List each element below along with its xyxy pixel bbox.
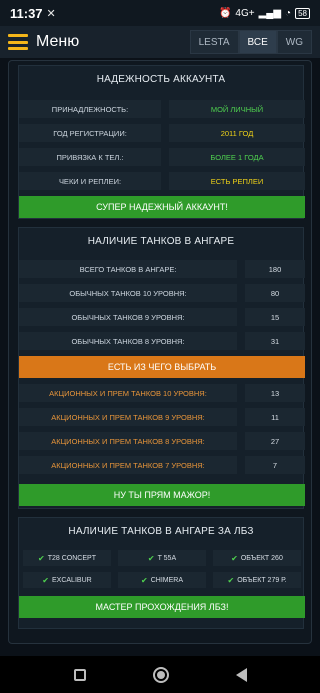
status-bar: 11:37 ✕ ⏰ 4G+ ▂▄▆ ◔ 58 (0, 0, 320, 26)
row-value: 11 (245, 408, 305, 426)
row-label: АКЦИОННЫХ И ПРЕМ ТАНКОВ 8 УРОВНЯ: (19, 432, 237, 450)
reliability-row: ПРИНАДЛЕЖНОСТЬ: МОЙ ЛИЧНЫЙ (19, 100, 305, 118)
status-time: 11:37 (10, 5, 43, 21)
row-value: 13 (245, 384, 305, 402)
recent-apps-icon[interactable] (73, 668, 86, 681)
reliability-row: ПРИВЯЗКА К ТЕЛ.: БОЛЕЕ 1 ГОДА (19, 148, 305, 166)
lbz-tank-chip: ✔ ОБЪЕКТ 279 Р. (213, 572, 301, 588)
status-right: ⏰ 4G+ ▂▄▆ ◔ 58 (218, 7, 310, 19)
prem-row: АКЦИОННЫХ И ПРЕМ ТАНКОВ 8 УРОВНЯ: 27 (19, 432, 305, 450)
check-icon: ✔ (147, 553, 155, 563)
page-title: Меню (36, 33, 80, 50)
android-nav-bar (0, 656, 320, 693)
lbz-tank-chip: ✔ T 55A (118, 550, 206, 566)
tab-lesta[interactable]: LESTA (189, 30, 239, 54)
lbz-tank-chip: ✔ T28 CONCEPT (23, 550, 111, 566)
lbz-tank-chip: ✔ ОБЪЕКТ 260 (213, 550, 301, 566)
check-icon: ✔ (231, 553, 238, 563)
lbz-section: НАЛИЧИЕ ТАНКОВ В АНГАРЕ ЗА ЛБЗ ✔ T28 CON… (18, 517, 305, 629)
row-value: БОЛЕЕ 1 ГОДА (169, 148, 305, 166)
row-label: АКЦИОННЫХ И ПРЕМ ТАНКОВ 7 УРОВНЯ: (19, 456, 237, 474)
hangar-row: ВСЕГО ТАНКОВ В АНГАРЕ: 180 (19, 260, 305, 278)
tank-name: ОБЪЕКТ 279 Р. (237, 576, 287, 584)
hangar-section: НАЛИЧИЕ ТАНКОВ В АНГАРЕ ВСЕГО ТАНКОВ В А… (18, 227, 305, 509)
row-label: ГОД РЕГИСТРАЦИИ: (19, 124, 161, 142)
main-content[interactable]: НАДЕЖНОСТЬ АККАУНТА ПРИНАДЛЕЖНОСТЬ: МОЙ … (8, 60, 312, 644)
hangar-row: ОБЫЧНЫХ ТАНКОВ 8 УРОВНЯ: 31 (19, 332, 305, 350)
back-icon[interactable] (235, 667, 247, 682)
tank-name: CHIMERA (150, 576, 183, 584)
lbz-banner: МАСТЕР ПРОХОЖДЕНИЯ ЛБЗ! (19, 596, 305, 618)
battery-icon: 58 (295, 7, 310, 19)
row-value: ЕСТЬ РЕПЛЕИ (169, 172, 305, 190)
prem-row: АКЦИОННЫХ И ПРЕМ ТАНКОВ 7 УРОВНЯ: 7 (19, 456, 305, 474)
tank-name: T28 CONCEPT (47, 554, 96, 562)
app-header: Меню LESTA ВСЕ WG (0, 26, 320, 58)
row-value: 27 (245, 432, 305, 450)
signal-icon: ▂▄▆ (258, 7, 282, 19)
row-label: ПРИНАДЛЕЖНОСТЬ: (19, 100, 161, 118)
check-icon: ✔ (141, 575, 148, 585)
hangar-row: ОБЫЧНЫХ ТАНКОВ 9 УРОВНЯ: 15 (19, 308, 305, 326)
hangar-row: ОБЫЧНЫХ ТАНКОВ 10 УРОВНЯ: 80 (19, 284, 305, 302)
lbz-title: НАЛИЧИЕ ТАНКОВ В АНГАРЕ ЗА ЛБЗ (68, 525, 254, 537)
tank-name: T 55A (157, 554, 177, 562)
home-icon[interactable] (152, 666, 169, 683)
row-value: 2011 ГОД (169, 124, 305, 142)
row-value: 180 (245, 260, 305, 278)
hamburger-menu-icon[interactable] (8, 34, 28, 50)
row-label: ЧЕКИ И РЕПЛЕИ: (19, 172, 161, 190)
check-icon: ✔ (227, 575, 235, 585)
hangar-title: НАЛИЧИЕ ТАНКОВ В АНГАРЕ (87, 235, 235, 247)
notification-icon: ✕ (46, 7, 56, 20)
reliability-row: ЧЕКИ И РЕПЛЕИ: ЕСТЬ РЕПЛЕИ (19, 172, 305, 190)
row-value: МОЙ ЛИЧНЫЙ (169, 100, 305, 118)
check-icon: ✔ (42, 575, 49, 585)
prem-row: АКЦИОННЫХ И ПРЕМ ТАНКОВ 9 УРОВНЯ: 11 (19, 408, 305, 426)
tab-wg[interactable]: WG (276, 30, 312, 54)
lbz-tank-chip: ✔ EXCALIBUR (23, 572, 111, 588)
lbz-tank-chip: ✔ CHIMERA (118, 572, 206, 588)
row-label: АКЦИОННЫХ И ПРЕМ ТАНКОВ 10 УРОВНЯ: (19, 384, 237, 402)
alarm-icon: ⏰ (218, 7, 232, 19)
network-label: 4G+ (235, 7, 255, 19)
major-banner: НУ ТЫ ПРЯМ МАЖОР! (19, 484, 305, 506)
row-label: ОБЫЧНЫХ ТАНКОВ 8 УРОВНЯ: (19, 332, 237, 350)
wifi-icon: ◔ (285, 7, 292, 19)
row-value: 31 (245, 332, 305, 350)
row-value: 15 (245, 308, 305, 326)
row-label: ОБЫЧНЫХ ТАНКОВ 9 УРОВНЯ: (19, 308, 237, 326)
reliability-section: НАДЕЖНОСТЬ АККАУНТА ПРИНАДЛЕЖНОСТЬ: МОЙ … (18, 65, 305, 219)
row-label: ВСЕГО ТАНКОВ В АНГАРЕ: (19, 260, 237, 278)
row-label: АКЦИОННЫХ И ПРЕМ ТАНКОВ 9 УРОВНЯ: (19, 408, 237, 426)
tank-name: EXCALIBUR (52, 576, 92, 584)
server-tabs: LESTA ВСЕ WG (189, 30, 312, 54)
reliability-banner: СУПЕР НАДЕЖНЫЙ АККАУНТ! (19, 196, 305, 218)
prem-row: АКЦИОННЫХ И ПРЕМ ТАНКОВ 10 УРОВНЯ: 13 (19, 384, 305, 402)
row-value: 80 (245, 284, 305, 302)
reliability-title: НАДЕЖНОСТЬ АККАУНТА (96, 73, 226, 85)
check-icon: ✔ (38, 553, 45, 563)
tab-all[interactable]: ВСЕ (238, 30, 277, 54)
choice-banner: ЕСТЬ ИЗ ЧЕГО ВЫБРАТЬ (19, 356, 305, 378)
reliability-row: ГОД РЕГИСТРАЦИИ: 2011 ГОД (19, 124, 305, 142)
row-label: ПРИВЯЗКА К ТЕЛ.: (19, 148, 161, 166)
row-label: ОБЫЧНЫХ ТАНКОВ 10 УРОВНЯ: (19, 284, 237, 302)
row-value: 7 (245, 456, 305, 474)
tank-name: ОБЪЕКТ 260 (240, 554, 283, 562)
